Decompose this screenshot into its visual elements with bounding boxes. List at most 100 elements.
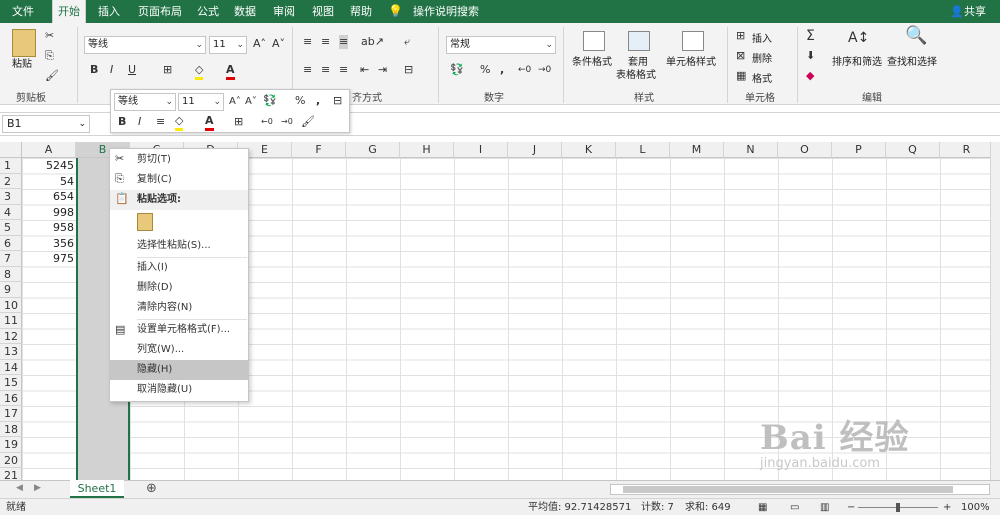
font-size-select[interactable]: 11 ⌄ <box>209 36 247 54</box>
normal-view-icon[interactable]: ▦ <box>758 499 767 516</box>
zoom-out-icon[interactable]: − <box>847 499 855 516</box>
page-break-view-icon[interactable]: ▥ <box>820 499 829 516</box>
delete-cells-button[interactable]: 删除 <box>752 50 772 65</box>
row-header[interactable]: 2 <box>0 173 22 189</box>
page-layout-view-icon[interactable]: ▭ <box>790 499 799 516</box>
menu-item-format-cells[interactable]: 设置单元格格式(F)... <box>110 320 248 340</box>
cell-a2[interactable]: 54 <box>22 174 74 190</box>
comma-button[interactable]: , <box>500 63 504 77</box>
mini-percent-button[interactable]: % <box>295 94 305 108</box>
fill-icon[interactable]: ⬇ <box>806 49 815 63</box>
col-header-r[interactable]: R <box>940 142 990 158</box>
paste-icon[interactable] <box>137 213 153 231</box>
cell-a1[interactable]: 5245 <box>22 158 74 174</box>
copy-icon[interactable]: ⎘ <box>45 49 54 63</box>
col-header-i[interactable]: I <box>454 142 508 158</box>
zoom-in-icon[interactable]: + <box>943 499 951 516</box>
zoom-slider-thumb[interactable] <box>896 503 900 512</box>
cell-style-button[interactable]: 单元格样式 <box>666 57 716 69</box>
table-format-label2[interactable]: 表格格式 <box>616 70 656 82</box>
row-header[interactable]: 8 <box>0 266 22 282</box>
row-header[interactable]: 9 <box>0 282 22 298</box>
row-header[interactable]: 11 <box>0 313 22 329</box>
italic-button[interactable]: I <box>110 63 113 77</box>
vertical-scrollbar[interactable] <box>990 142 1000 480</box>
col-header-o[interactable]: O <box>778 142 832 158</box>
row-header[interactable]: 17 <box>0 406 22 422</box>
tab-data[interactable]: 数据 <box>232 0 258 23</box>
align-right-icon[interactable]: ≡ <box>339 63 348 77</box>
mini-border-icon[interactable]: ⊞ <box>234 115 243 129</box>
tab-view[interactable]: 视图 <box>310 0 336 23</box>
mini-bold-button[interactable]: B <box>118 115 126 129</box>
row-header[interactable]: 20 <box>0 452 22 468</box>
share-button[interactable]: 共享 <box>962 0 988 23</box>
tab-review[interactable]: 审阅 <box>271 0 297 23</box>
row-header[interactable]: 13 <box>0 344 22 360</box>
cell-a3[interactable]: 654 <box>22 189 74 205</box>
tab-help[interactable]: 帮助 <box>348 0 374 23</box>
col-header-j[interactable]: J <box>508 142 562 158</box>
col-header-h[interactable]: H <box>400 142 454 158</box>
zoom-level[interactable]: 100% <box>961 499 990 516</box>
col-header-q[interactable]: Q <box>886 142 940 158</box>
mini-font-select[interactable]: 等线 ⌄ <box>114 93 176 111</box>
tab-file[interactable]: 文件 <box>10 0 36 23</box>
prev-sheet-icon[interactable]: ◀ <box>16 483 23 493</box>
align-center-icon[interactable]: ≡ <box>321 63 330 77</box>
mini-align-icon[interactable]: ≡ <box>156 115 165 129</box>
col-header-m[interactable]: M <box>670 142 724 158</box>
row-header[interactable]: 21 <box>0 468 22 480</box>
next-sheet-icon[interactable]: ▶ <box>34 483 41 493</box>
find-select-button[interactable]: 查找和选择 <box>887 57 937 69</box>
align-middle-icon[interactable]: ≡ <box>321 35 330 49</box>
bold-button[interactable]: B <box>90 63 98 77</box>
menu-item-delete[interactable]: 删除(D) <box>110 278 248 298</box>
paste-button[interactable]: 粘贴 <box>12 59 32 71</box>
merge-icon[interactable]: ⊟ <box>404 63 413 77</box>
col-header-l[interactable]: L <box>616 142 670 158</box>
menu-item-column-width[interactable]: 列宽(W)... <box>110 340 248 360</box>
insert-cells-button[interactable]: 插入 <box>752 30 772 45</box>
tab-home[interactable]: 开始 <box>52 0 86 23</box>
clear-icon[interactable]: ◆ <box>806 69 814 83</box>
cell-a6[interactable]: 356 <box>22 236 74 252</box>
wrap-text-icon[interactable]: ⤶ <box>404 35 410 49</box>
underline-button[interactable]: U <box>128 63 136 77</box>
table-format-label1[interactable]: 套用 <box>628 57 648 69</box>
number-format-select[interactable]: 常规 ⌄ <box>446 36 556 54</box>
outdent-icon[interactable]: ⇥ <box>378 63 387 77</box>
paste-icon[interactable] <box>12 29 36 57</box>
row-header[interactable]: 10 <box>0 297 22 313</box>
row-header[interactable]: 5 <box>0 220 22 236</box>
sheet-tab-sheet1[interactable]: Sheet1 <box>70 480 124 498</box>
cut-icon[interactable]: ✂ <box>45 29 54 43</box>
indent-icon[interactable]: ⇤ <box>360 63 369 77</box>
col-header-a[interactable]: A <box>22 142 76 158</box>
mini-comma-button[interactable]: , <box>316 94 320 108</box>
mini-shrink-font-icon[interactable]: A˅ <box>245 95 257 109</box>
tab-page-layout[interactable]: 页面布局 <box>136 0 184 23</box>
sort-filter-button[interactable]: 排序和筛选 <box>832 57 882 69</box>
menu-item-insert[interactable]: 插入(I) <box>110 258 248 278</box>
menu-item-cut[interactable]: 剪切(T) <box>110 150 248 170</box>
row-header[interactable]: 14 <box>0 359 22 375</box>
orientation-icon[interactable]: ab↗ <box>361 35 384 49</box>
row-header[interactable]: 1 <box>0 158 22 174</box>
mini-grow-font-icon[interactable]: A˄ <box>229 95 241 109</box>
mini-increase-decimal-icon[interactable]: ←0 <box>261 115 273 129</box>
menu-item-paste-special[interactable]: 选择性粘贴(S)... <box>110 236 248 256</box>
row-header[interactable]: 7 <box>0 251 22 267</box>
row-header[interactable]: 3 <box>0 189 22 205</box>
mini-decrease-decimal-icon[interactable]: →0 <box>281 115 293 129</box>
autosum-button[interactable]: Σ <box>806 29 815 43</box>
cell-a4[interactable]: 998 <box>22 205 74 221</box>
mini-merge-icon[interactable]: ⊟ <box>333 94 342 108</box>
decrease-decimal-icon[interactable]: →0 <box>538 63 551 77</box>
tell-me-search[interactable]: 操作说明搜索 <box>411 0 481 23</box>
col-header-p[interactable]: P <box>832 142 886 158</box>
font-name-select[interactable]: 等线 ⌄ <box>84 36 206 54</box>
mini-italic-button[interactable]: I <box>138 115 141 129</box>
decrease-font-icon[interactable]: A˅ <box>272 37 285 51</box>
add-sheet-icon[interactable]: ⊕ <box>146 481 157 496</box>
